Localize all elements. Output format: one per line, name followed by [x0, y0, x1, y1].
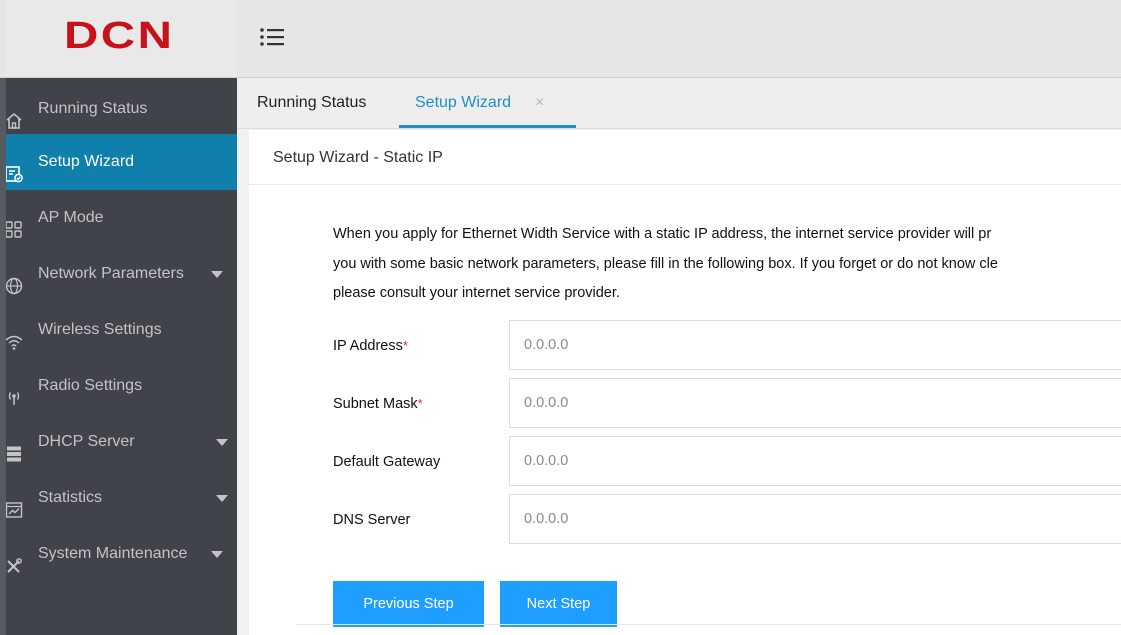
default-gateway-input[interactable]	[509, 436, 1121, 486]
sidebar-item-label: Running Status	[38, 100, 148, 117]
tab-setup-wizard[interactable]: Setup Wizard ×	[399, 78, 576, 128]
wizard-icon	[4, 152, 24, 183]
sidebar-item-ap-mode[interactable]: AP Mode	[0, 190, 237, 246]
sidebar-nav: Running Status Setup Wizard AP Mode Netw…	[0, 78, 237, 635]
dcn-logo: DCN	[64, 15, 175, 57]
sidebar-item-wireless-settings[interactable]: Wireless Settings	[0, 302, 237, 358]
ip-address-label: IP Address*	[333, 320, 408, 372]
tab-label: Setup Wizard	[415, 94, 512, 111]
close-icon[interactable]: ×	[535, 78, 544, 128]
sidebar-item-running-status[interactable]: Running Status	[0, 81, 237, 137]
form-row-subnet-mask: Subnet Mask*	[249, 378, 1121, 430]
globe-icon	[4, 264, 24, 295]
sidebar-item-setup-wizard[interactable]: Setup Wizard	[0, 134, 237, 190]
description-line: please consult your internet service pro…	[333, 285, 620, 301]
form-row-ip-address: IP Address*	[249, 320, 1121, 372]
sidebar-item-label: DHCP Server	[38, 433, 135, 450]
chart-icon	[4, 488, 24, 518]
description-line: When you apply for Ethernet Width Servic…	[333, 226, 992, 242]
dns-server-label: DNS Server	[333, 512, 411, 528]
chevron-down-icon	[211, 271, 223, 278]
sidebar-edge	[0, 78, 6, 635]
required-marker: *	[417, 396, 423, 411]
tools-icon	[4, 544, 24, 573]
tab-label: Running Status	[257, 94, 367, 111]
ap-grid-icon	[4, 208, 24, 238]
required-marker: *	[402, 338, 408, 353]
server-icon	[4, 432, 24, 462]
field-label-text: Subnet Mask	[333, 396, 418, 412]
chevron-down-icon	[216, 495, 228, 502]
radio-icon	[4, 376, 24, 405]
tab-running-status[interactable]: Running Status	[257, 78, 366, 128]
ip-address-input[interactable]	[509, 320, 1121, 370]
default-gateway-label: Default Gateway	[333, 454, 441, 470]
sidebar-item-system-maintenance[interactable]: System Maintenance	[0, 526, 237, 582]
sidebar-item-label: Setup Wizard	[38, 153, 135, 170]
sidebar-item-label: AP Mode	[38, 209, 104, 226]
wifi-icon	[4, 320, 24, 350]
sidebar-item-statistics[interactable]: Statistics	[0, 470, 237, 526]
logo-area: DCN	[6, 0, 237, 77]
home-icon	[4, 99, 24, 129]
form-row-dns-server: DNS Server	[249, 494, 1121, 546]
sidebar-item-label: Radio Settings	[38, 377, 143, 394]
form-row-default-gateway: Default Gateway	[249, 436, 1121, 488]
list-menu-icon[interactable]	[256, 24, 290, 54]
tab-bar: Running Status Setup Wizard ×	[237, 78, 1121, 129]
sidebar-item-network-parameters[interactable]: Network Parameters	[0, 246, 237, 302]
panel-title: Setup Wizard - Static IP	[249, 130, 1121, 185]
chevron-down-icon	[216, 439, 228, 446]
sidebar-item-dhcp-server[interactable]: DHCP Server	[0, 414, 237, 470]
sidebar-item-label: Network Parameters	[38, 265, 184, 282]
setup-wizard-panel: Setup Wizard - Static IP When you apply …	[249, 130, 1121, 635]
sidebar-item-label: System Maintenance	[38, 545, 188, 562]
sidebar-item-label: Statistics	[38, 489, 103, 506]
sidebar-item-radio-settings[interactable]: Radio Settings	[0, 358, 237, 414]
divider	[297, 624, 1121, 625]
subnet-mask-label: Subnet Mask*	[333, 378, 423, 430]
sidebar-item-label: Wireless Settings	[38, 321, 162, 338]
field-label-text: IP Address	[333, 338, 403, 354]
active-tab-indicator	[399, 125, 576, 128]
top-header: DCN	[0, 0, 1121, 78]
chevron-down-icon	[211, 551, 223, 558]
description-text: When you apply for Ethernet Width Servic…	[333, 220, 1121, 309]
previous-step-button[interactable]: Previous Step	[333, 581, 484, 627]
next-step-button[interactable]: Next Step	[500, 581, 617, 627]
description-line: you with some basic network parameters, …	[333, 255, 998, 272]
dns-server-input[interactable]	[509, 494, 1121, 544]
subnet-mask-input[interactable]	[509, 378, 1121, 428]
